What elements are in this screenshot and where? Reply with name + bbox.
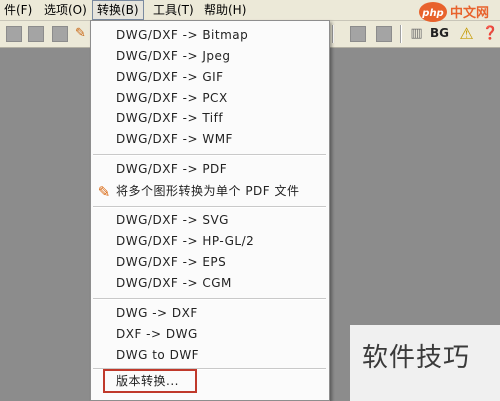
menu-convert[interactable]: 转换(B): [92, 0, 144, 20]
warning-icon[interactable]: ⚠: [458, 25, 475, 42]
menu-item-gif[interactable]: DWG/DXF -> GIF: [116, 67, 224, 87]
menu-item-eps[interactable]: DWG/DXF -> EPS: [116, 252, 226, 272]
view-icon[interactable]: [376, 26, 392, 42]
convert-dropdown-menu: DWG/DXF -> Bitmap DWG/DXF -> Jpeg DWG/DX…: [90, 20, 330, 401]
menu-options[interactable]: 选项(O): [40, 0, 91, 20]
menu-item-version-convert[interactable]: 版本转换...: [116, 371, 179, 391]
menu-item-jpeg[interactable]: DWG/DXF -> Jpeg: [116, 46, 230, 66]
menu-item-svg[interactable]: DWG/DXF -> SVG: [116, 210, 229, 230]
background-button[interactable]: BG: [430, 25, 449, 42]
php-logo: php 中文网: [419, 2, 489, 22]
svg-text:php: php: [421, 8, 443, 19]
toolbar-separator: [332, 25, 334, 43]
pdf-batch-icon: ✎: [97, 183, 111, 201]
menu-separator: [93, 154, 326, 156]
save-all-icon[interactable]: [28, 26, 44, 42]
menu-item-dxf-to-dwg[interactable]: DXF -> DWG: [116, 324, 198, 344]
help-icon[interactable]: ❓: [482, 25, 499, 42]
menu-item-bitmap[interactable]: DWG/DXF -> Bitmap: [116, 25, 248, 45]
menu-item-hpgl2[interactable]: DWG/DXF -> HP-GL/2: [116, 231, 254, 251]
svg-text:中文网: 中文网: [450, 5, 489, 21]
menu-help[interactable]: 帮助(H): [200, 0, 250, 20]
menu-item-pdf[interactable]: DWG/DXF -> PDF: [116, 159, 227, 179]
export-icon[interactable]: [52, 26, 68, 42]
watermark: 软件技巧: [350, 325, 500, 401]
menu-separator: [93, 206, 326, 208]
toolbar-separator: [400, 25, 402, 43]
menu-item-tiff[interactable]: DWG/DXF -> Tiff: [116, 108, 223, 128]
barcode-icon[interactable]: ▥: [408, 25, 425, 42]
menu-item-dwg-to-dwf[interactable]: DWG to DWF: [116, 345, 199, 365]
menu-item-wmf[interactable]: DWG/DXF -> WMF: [116, 129, 233, 149]
menu-separator: [93, 298, 326, 300]
layer-icon[interactable]: [350, 26, 366, 42]
menu-item-multi-pdf[interactable]: 将多个图形转换为单个 PDF 文件: [116, 181, 300, 201]
save-icon[interactable]: [6, 26, 22, 42]
menu-file[interactable]: 件(F): [0, 0, 36, 20]
menu-item-pcx[interactable]: DWG/DXF -> PCX: [116, 88, 228, 108]
menu-item-dwg-to-dxf[interactable]: DWG -> DXF: [116, 303, 198, 323]
menu-tools[interactable]: 工具(T): [149, 0, 198, 20]
pdf-tool-icon[interactable]: ✎: [72, 25, 89, 42]
menu-item-cgm[interactable]: DWG/DXF -> CGM: [116, 273, 232, 293]
